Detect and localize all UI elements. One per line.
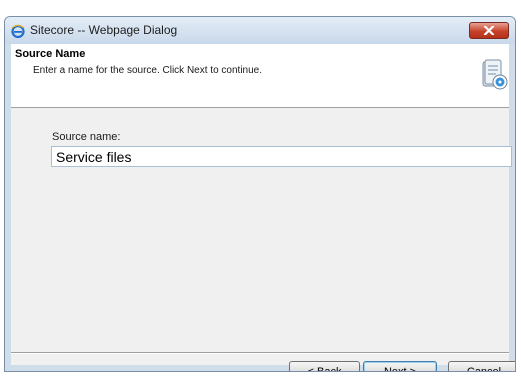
cancel-button[interactable]: Cancel — [448, 361, 515, 371]
window-title: Sitecore -- Webpage Dialog — [30, 23, 178, 37]
wizard-header: Source Name Enter a name for the source.… — [11, 44, 509, 108]
source-name-label: Source name: — [52, 131, 121, 143]
next-button[interactable]: Next > — [363, 361, 437, 371]
close-icon — [483, 26, 495, 35]
title-bar[interactable]: Sitecore -- Webpage Dialog — [5, 17, 515, 44]
dialog-content: Source Name Enter a name for the source.… — [11, 44, 515, 371]
page-title: Source Name — [15, 48, 86, 60]
close-button[interactable] — [469, 22, 509, 39]
source-wizard-icon — [481, 58, 509, 92]
internet-explorer-icon — [11, 23, 25, 39]
dialog-window: Sitecore -- Webpage Dialog Source Name E… — [4, 16, 516, 372]
page-description: Enter a name for the source. Click Next … — [33, 65, 262, 76]
footer-divider — [11, 352, 509, 354]
back-button[interactable]: < Back — [289, 361, 360, 371]
source-name-input[interactable] — [51, 146, 512, 167]
